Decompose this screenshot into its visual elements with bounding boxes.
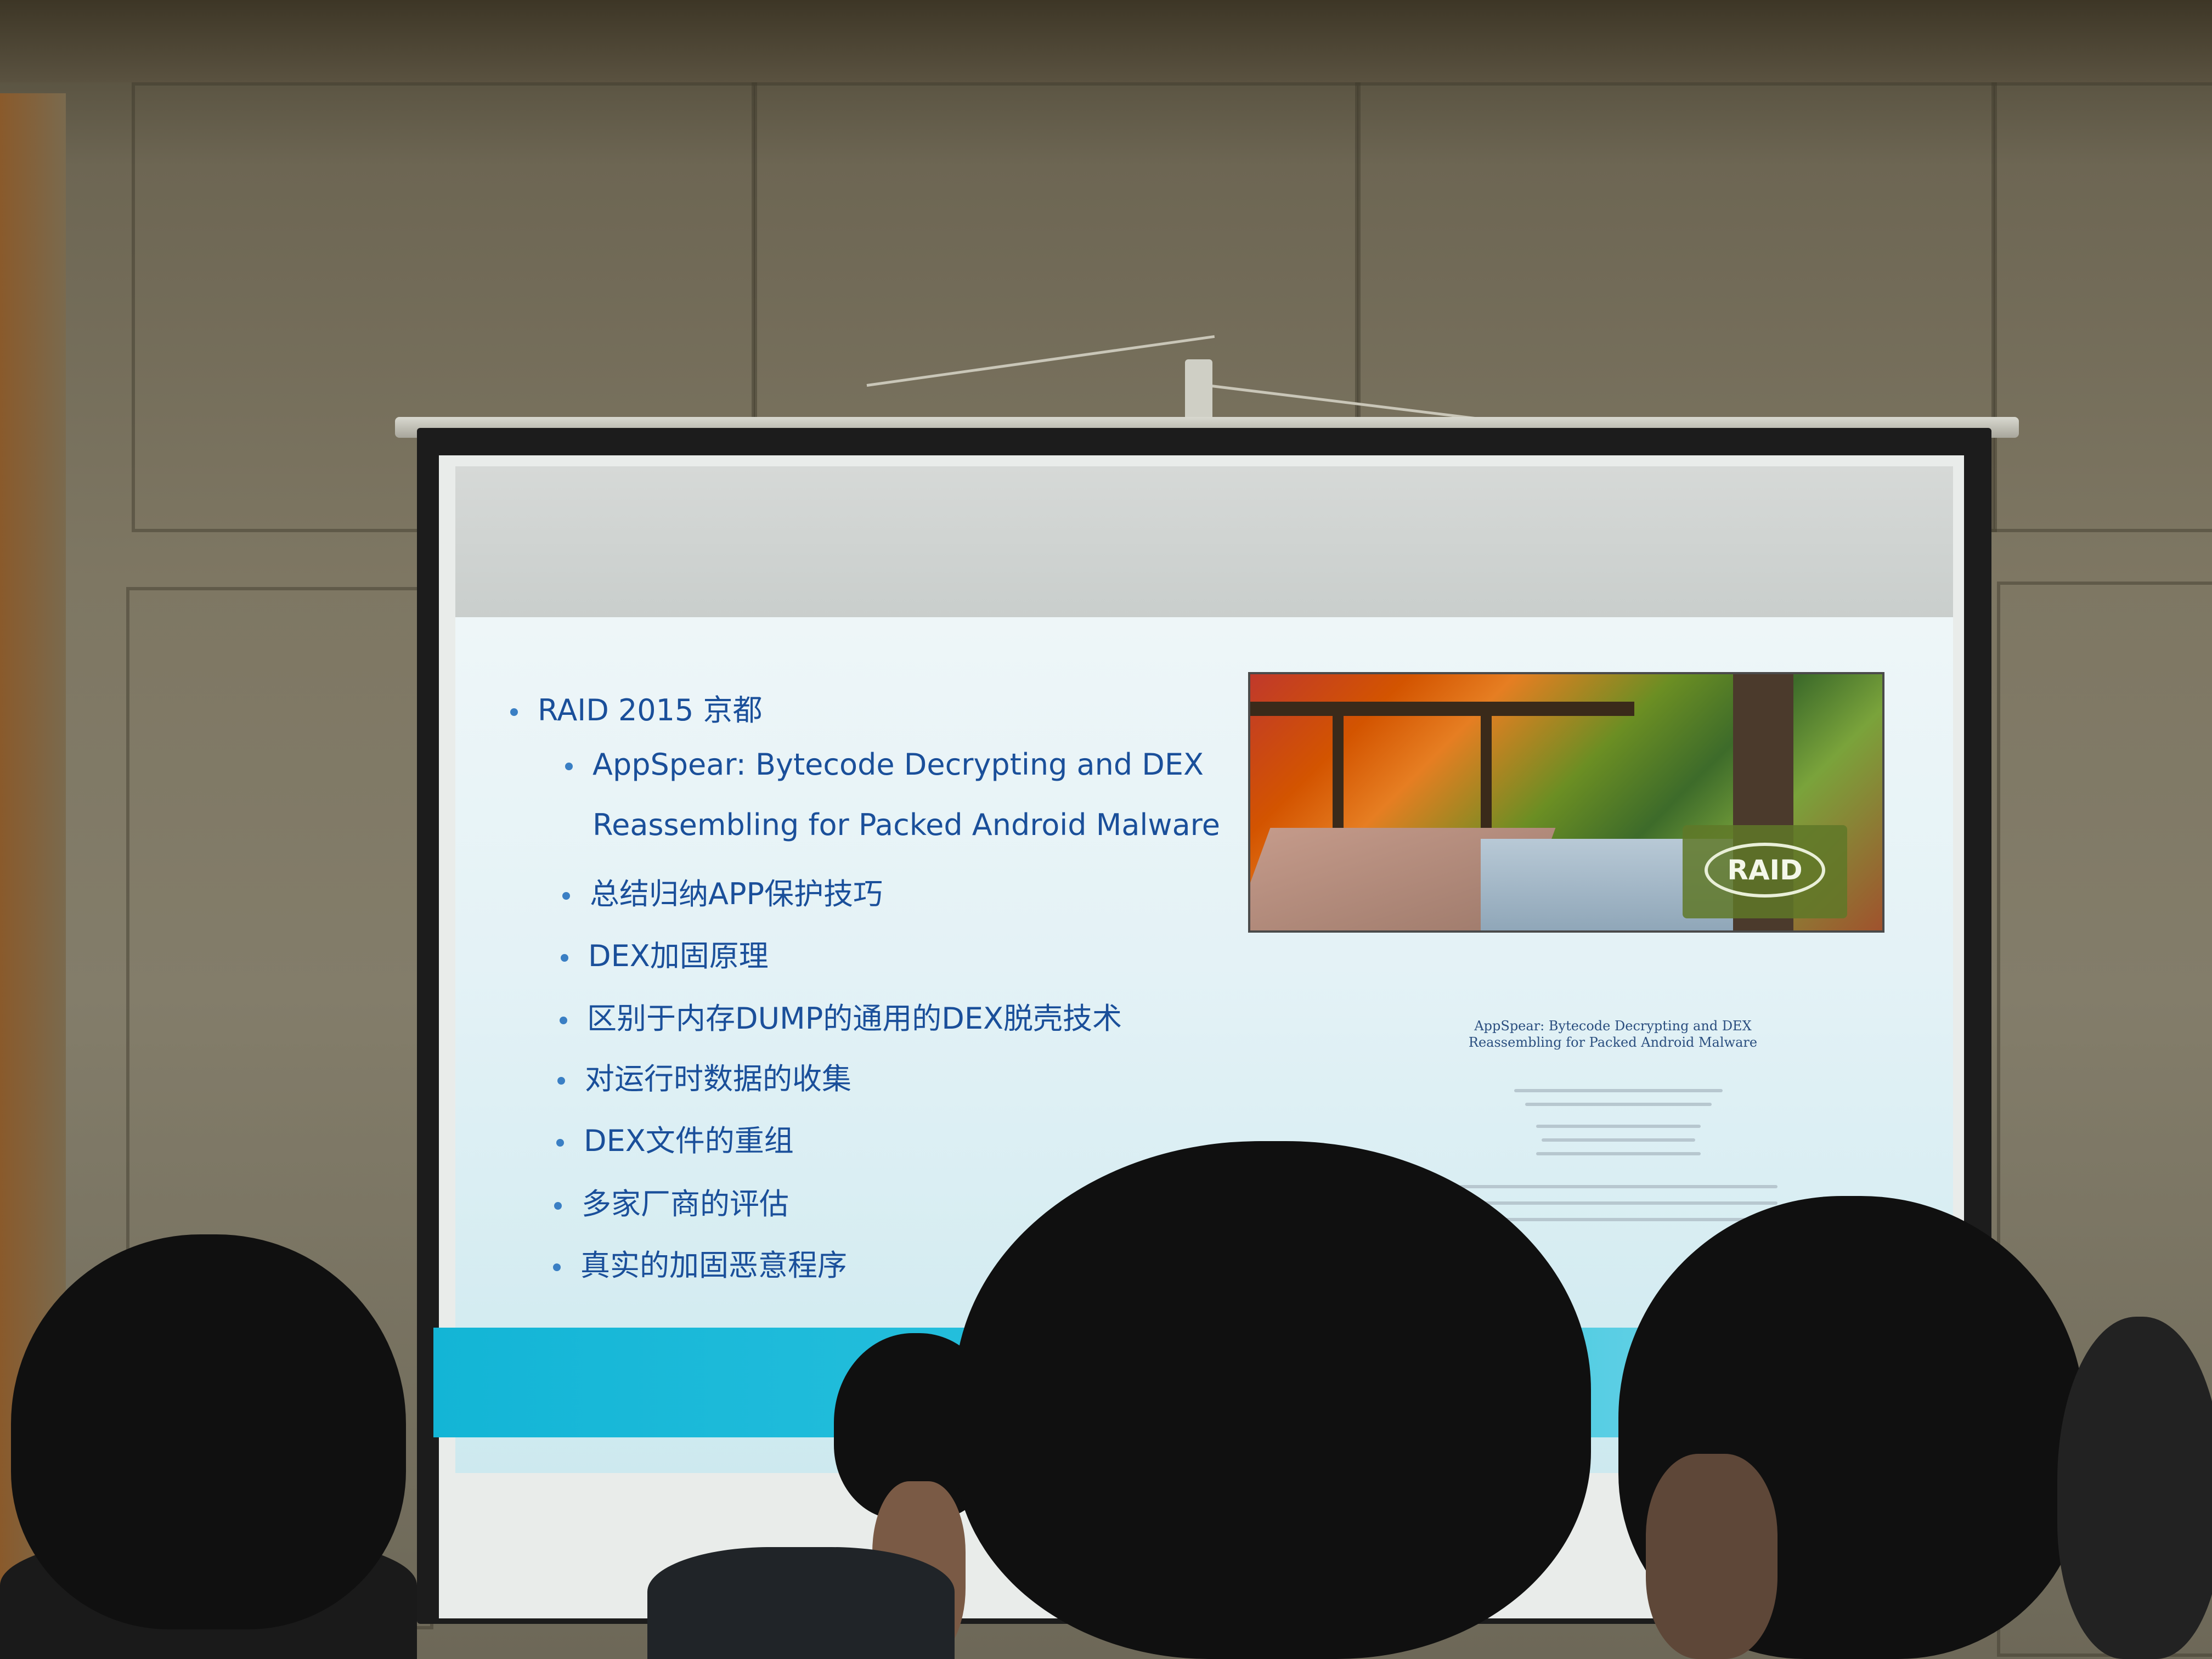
ceiling-trim — [0, 0, 2212, 82]
bullet-text: Reassembling for Packed Android Malware — [592, 808, 1220, 842]
slide-top-area — [455, 466, 1953, 620]
bullet-item: RAID 2015 京都 — [510, 686, 763, 729]
paper-title-line: Reassembling for Packed Android Malware — [1468, 1035, 1758, 1050]
bullet-dot-icon — [565, 763, 573, 771]
paper-text-line — [1459, 1185, 1778, 1188]
bullet-text: 区别于内存DUMP的通用的DEX脱壳技术 — [587, 1001, 1122, 1036]
bullet-text: 对运行时数据的收集 — [585, 1062, 851, 1096]
bullet-item: 对运行时数据的收集 — [557, 1054, 851, 1098]
bullet-dot-icon — [556, 1139, 564, 1147]
raid-badge: RAID — [1683, 825, 1847, 918]
paper-text-line — [1459, 1201, 1778, 1205]
bullet-dot-icon — [553, 1263, 561, 1272]
bullet-text: DEX文件的重组 — [584, 1124, 794, 1158]
audience-head — [955, 1141, 1591, 1659]
bullet-dot-icon — [562, 892, 570, 900]
paper-text-line — [1514, 1089, 1723, 1092]
audience-shoulder — [647, 1547, 955, 1659]
bullet-text: 真实的加固恶意程序 — [580, 1248, 847, 1283]
bullet-dot-icon — [560, 1017, 567, 1025]
temple-roof — [1250, 702, 1634, 716]
raid-logo-text: RAID — [1727, 854, 1803, 886]
bullet-continuation: Reassembling for Packed Android Malware — [592, 808, 1220, 842]
paper-text-line — [1536, 1152, 1701, 1155]
bullet-item: DEX文件的重组 — [556, 1116, 794, 1160]
bullet-text: 总结归纳APP保护技巧 — [590, 877, 883, 911]
paper-text-line — [1542, 1138, 1695, 1142]
conference-photo: RAID — [1248, 672, 1884, 933]
paper-text-line — [1525, 1103, 1712, 1106]
raid-conference-logo-icon: RAID — [1705, 843, 1825, 898]
audience-neck — [1646, 1454, 1778, 1659]
bullet-item: 多家厂商的评估 — [554, 1180, 789, 1223]
screen-hanger — [1185, 359, 1212, 425]
bullet-item: AppSpear: Bytecode Decrypting and DEX — [565, 747, 1204, 782]
bullet-text: AppSpear: Bytecode Decrypting and DEX — [592, 747, 1204, 782]
bullet-item: 区别于内存DUMP的通用的DEX脱壳技术 — [560, 994, 1122, 1037]
bullet-text: 多家厂商的评估 — [582, 1187, 789, 1221]
bullet-dot-icon — [554, 1202, 562, 1210]
bullet-text: RAID 2015 京都 — [538, 693, 763, 727]
bullet-dot-icon — [557, 1077, 565, 1085]
paper-text-line — [1536, 1125, 1701, 1128]
bullet-item: DEX加固原理 — [561, 932, 769, 975]
bullet-dot-icon — [510, 708, 518, 716]
bullet-dot-icon — [561, 954, 568, 962]
paper-title: AppSpear: Bytecode Decrypting and DEX Re… — [1437, 1018, 1788, 1051]
audience-head — [2057, 1317, 2212, 1659]
audience-head — [11, 1234, 406, 1629]
bullet-item: 真实的加固恶意程序 — [553, 1241, 847, 1284]
bullet-item: 总结归纳APP保护技巧 — [562, 870, 883, 913]
bullet-text: DEX加固原理 — [588, 939, 769, 973]
paper-title-line: AppSpear: Bytecode Decrypting and DEX — [1474, 1018, 1752, 1034]
wall-panel — [1991, 82, 2212, 532]
